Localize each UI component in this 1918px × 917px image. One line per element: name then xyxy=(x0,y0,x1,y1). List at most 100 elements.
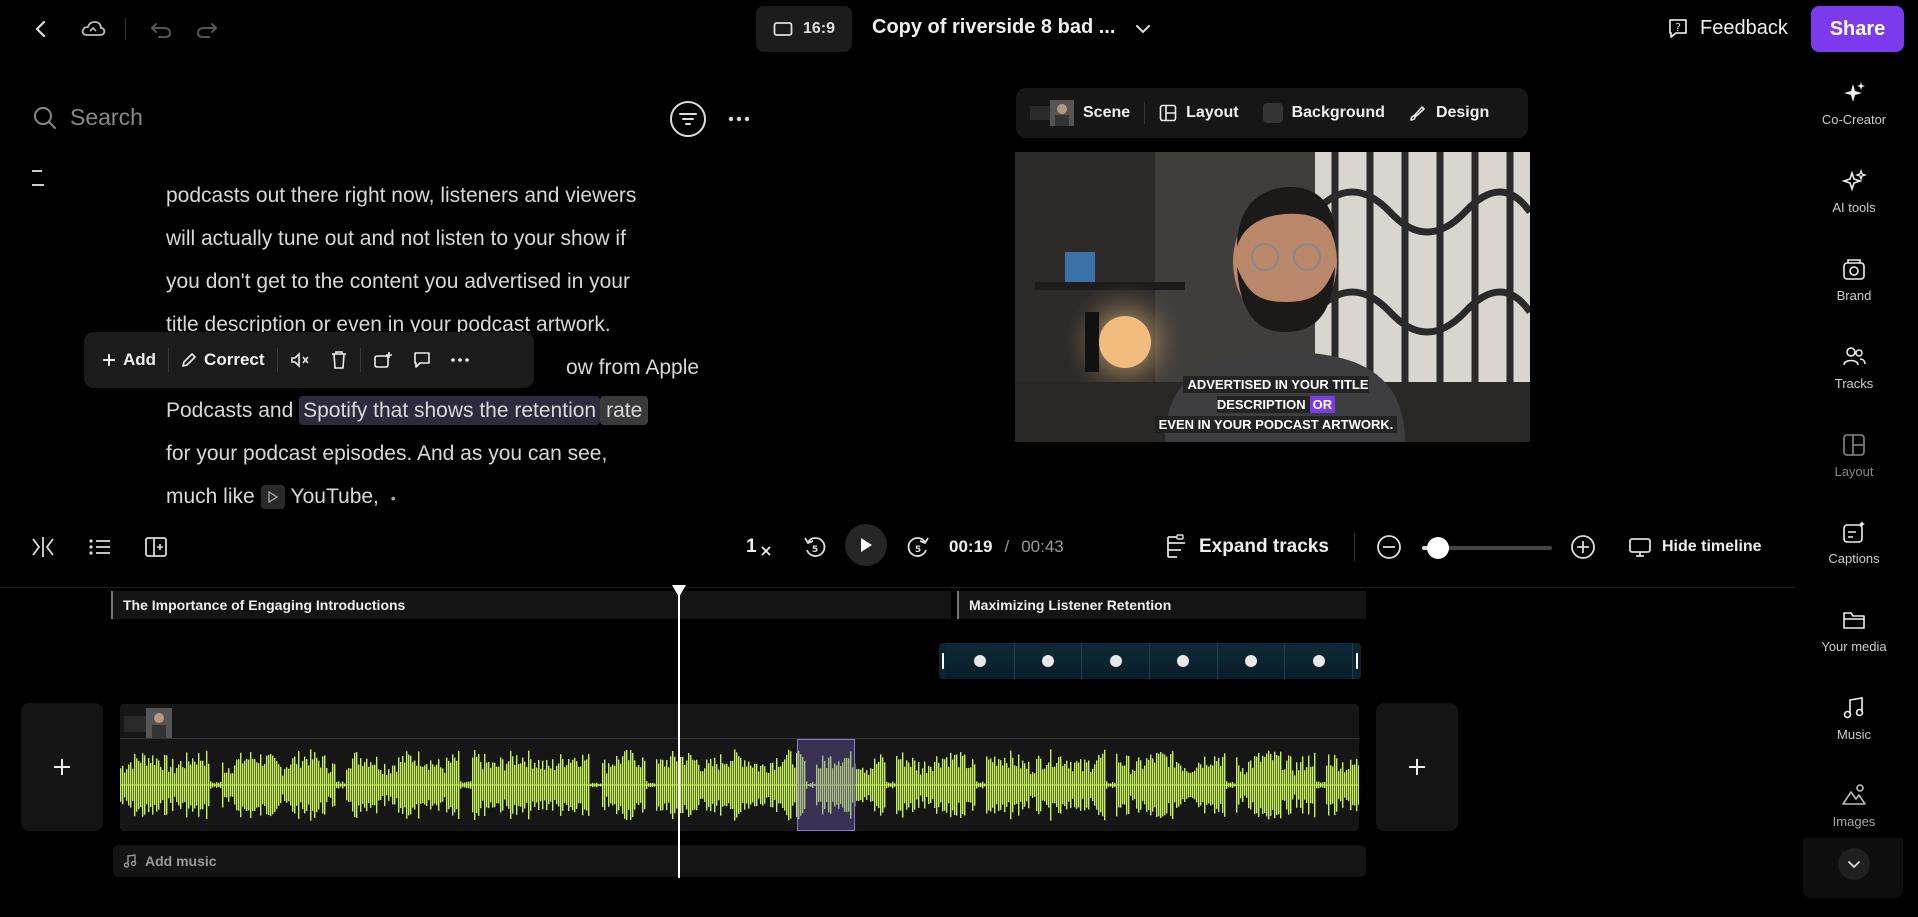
expand-tracks-button[interactable]: Expand tracks xyxy=(1165,528,1329,566)
rail-brand[interactable]: Brand xyxy=(1812,256,1896,303)
image-icon xyxy=(1842,784,1866,805)
transcript-line: podcasts out there right now, listeners … xyxy=(166,184,637,207)
zoom-in-icon xyxy=(1571,535,1595,559)
captions-icon xyxy=(1843,521,1865,543)
more-options-button[interactable] xyxy=(724,104,754,134)
layout-tab[interactable]: Layout xyxy=(1159,104,1239,122)
playhead-handle-icon xyxy=(672,585,686,597)
selected-region[interactable] xyxy=(797,739,855,831)
clip-handle-right[interactable] xyxy=(1353,643,1361,679)
rail-label: AI tools xyxy=(1832,200,1876,215)
chapter-segment[interactable]: The Importance of Engaging Introductions xyxy=(111,591,951,619)
audio-video-track[interactable] xyxy=(120,704,1359,831)
aspect-ratio-button[interactable]: 16:9 xyxy=(756,6,852,52)
broll-frame xyxy=(1150,643,1218,679)
rewind-5-button[interactable]: 5 xyxy=(802,528,828,566)
playhead[interactable] xyxy=(672,585,686,878)
toolbar-more-button[interactable] xyxy=(443,340,477,380)
scene-toolbar: Scene Layout Background Design xyxy=(1016,88,1528,138)
more-horizontal-icon xyxy=(728,116,750,122)
rail-ai-tools[interactable]: AI tools xyxy=(1812,168,1896,215)
rail-music[interactable]: Music xyxy=(1812,695,1896,742)
add-button[interactable]: Add xyxy=(94,340,164,380)
background-label: Background xyxy=(1291,104,1385,121)
rail-label: Layout xyxy=(1834,464,1874,479)
video-caption: ADVERTISED IN YOUR TITLE DESCRIPTION OR E… xyxy=(1126,375,1426,435)
zoom-out-button[interactable] xyxy=(1376,528,1402,566)
expand-tracks-label: Expand tracks xyxy=(1199,536,1329,557)
background-tab[interactable]: Background xyxy=(1262,103,1385,123)
broll-clip[interactable] xyxy=(939,643,1361,679)
undo-icon xyxy=(150,23,172,38)
panel-add-icon xyxy=(145,537,167,557)
scene-tab[interactable]: Scene xyxy=(1030,100,1130,126)
rail-tracks[interactable]: Tracks xyxy=(1812,344,1896,391)
layout-icon xyxy=(1843,434,1865,456)
cloud-sync-button[interactable] xyxy=(78,14,108,44)
rail-images[interactable]: Images xyxy=(1812,782,1896,829)
project-title[interactable]: Copy of riverside 8 bad ... xyxy=(872,16,1115,39)
redo-button[interactable] xyxy=(192,14,222,44)
back-button[interactable] xyxy=(26,14,56,44)
add-track-after-button[interactable] xyxy=(1376,703,1458,831)
search-placeholder: Search xyxy=(70,104,143,130)
chapter-segment[interactable]: Maximizing Listener Retention xyxy=(957,591,1366,619)
play-button[interactable] xyxy=(845,524,887,566)
time-display: 00:19 / 00:43 xyxy=(949,528,1064,566)
share-button[interactable]: Share xyxy=(1811,6,1904,52)
folder-icon xyxy=(1843,612,1865,629)
correct-button[interactable]: Correct xyxy=(173,340,272,380)
rail-layout[interactable]: Layout xyxy=(1812,432,1896,479)
toolbar-divider xyxy=(276,348,278,372)
selected-word[interactable]: rate xyxy=(600,396,649,425)
zoom-in-button[interactable] xyxy=(1570,528,1596,566)
pencil-icon xyxy=(182,353,196,367)
rail-scroll-down-button[interactable] xyxy=(1838,848,1870,880)
times-icon xyxy=(760,546,771,556)
cloud-sync-icon xyxy=(81,21,106,36)
broll-frame xyxy=(1014,643,1083,679)
current-time: 00:19 xyxy=(949,537,993,556)
broll-frame xyxy=(1217,643,1286,679)
add-media-button[interactable] xyxy=(365,340,401,380)
play-icon xyxy=(861,538,872,552)
layout-label: Layout xyxy=(1186,104,1239,121)
chapters-list-button[interactable] xyxy=(88,528,112,566)
clip-handle-left[interactable] xyxy=(939,643,947,679)
correct-label: Correct xyxy=(204,350,265,369)
search-field[interactable]: Search xyxy=(32,104,143,131)
svg-text:5: 5 xyxy=(812,545,818,555)
speed-value: 1 xyxy=(746,536,757,557)
comment-button[interactable] xyxy=(405,340,439,380)
add-track-before-button[interactable] xyxy=(21,703,103,831)
selected-text[interactable]: Spotify that shows the retention xyxy=(299,396,601,425)
zoom-slider-thumb[interactable] xyxy=(1427,537,1449,559)
brush-icon xyxy=(1410,106,1425,121)
split-view-button[interactable] xyxy=(30,528,56,566)
rail-label: Co-Creator xyxy=(1821,112,1887,127)
filter-button[interactable] xyxy=(670,101,706,137)
add-music-track[interactable]: Add music xyxy=(113,845,1366,877)
rail-captions[interactable]: Captions xyxy=(1812,519,1896,566)
design-tab[interactable]: Design xyxy=(1409,104,1489,122)
rail-co-creator[interactable]: Co-Creator xyxy=(1812,80,1896,127)
hide-timeline-button[interactable]: Hide timeline xyxy=(1628,528,1762,566)
rail-label: Captions xyxy=(1828,551,1880,566)
delete-button[interactable] xyxy=(322,340,356,380)
broll-frame xyxy=(1082,643,1151,679)
zoom-slider[interactable] xyxy=(1422,537,1552,559)
mute-button[interactable] xyxy=(282,340,318,380)
feedback-button[interactable]: ? Feedback xyxy=(1666,16,1788,40)
project-menu-button[interactable] xyxy=(1128,16,1158,42)
playback-speed-button[interactable]: 1 xyxy=(746,528,772,566)
rail-your-media[interactable]: Your media xyxy=(1812,607,1896,654)
design-label: Design xyxy=(1435,104,1490,121)
panel-layout-button[interactable] xyxy=(144,528,170,566)
hide-timeline-label: Hide timeline xyxy=(1662,538,1762,555)
transcript-line: much like YouTube, • xyxy=(166,475,686,518)
plus-icon xyxy=(1409,759,1425,775)
sparkle-icon xyxy=(1844,82,1865,102)
forward-5-button[interactable]: 5 xyxy=(905,528,931,566)
play-marker-icon[interactable] xyxy=(260,485,285,510)
undo-button[interactable] xyxy=(146,14,176,44)
